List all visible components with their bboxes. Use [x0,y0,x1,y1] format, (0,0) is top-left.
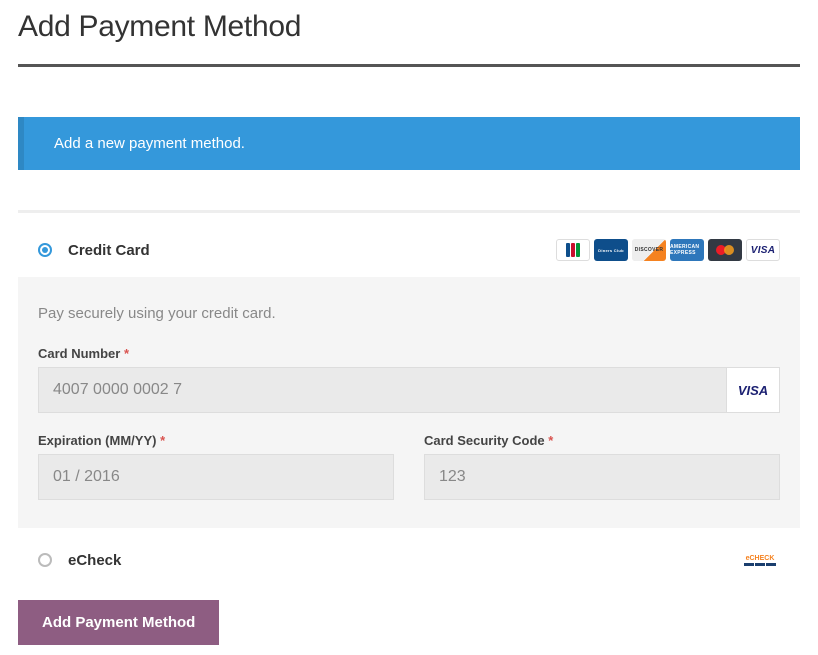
payment-option-credit-card[interactable]: Credit Card Diners Club DISCOVER AMERICA… [18,229,800,271]
detected-card-visa-icon: VISA [726,367,780,413]
accepted-cards: Diners Club DISCOVER AMERICAN EXPRESS VI… [556,239,780,261]
expiration-field: Expiration (MM/YY) * [38,433,394,500]
amex-icon: AMERICAN EXPRESS [670,239,704,261]
card-number-input[interactable] [38,367,726,413]
discover-icon: DISCOVER [632,239,666,261]
info-banner: Add a new payment method. [18,117,800,170]
add-payment-method-button[interactable]: Add Payment Method [18,600,219,645]
diners-icon: Diners Club [594,239,628,261]
visa-icon: VISA [746,239,780,261]
credit-card-label: Credit Card [68,242,150,259]
cvv-field: Card Security Code * [424,433,780,500]
echeck-label: eCheck [68,552,121,569]
radio-echeck[interactable] [38,553,52,567]
cvv-label: Card Security Code * [424,433,780,448]
expiration-input[interactable] [38,454,394,500]
credit-card-form-panel: Pay securely using your credit card. Car… [18,277,800,528]
page-title: Add Payment Method [18,10,800,44]
expiration-label: Expiration (MM/YY) * [38,433,394,448]
card-number-field: Card Number * VISA [38,346,780,413]
payment-option-echeck[interactable]: eCheck eCHECK [18,528,800,582]
cvv-input[interactable] [424,454,780,500]
section-divider [18,210,800,213]
title-divider [18,64,800,67]
jcb-icon [556,239,590,261]
radio-credit-card[interactable] [38,243,52,257]
mastercard-icon [708,239,742,261]
card-number-label: Card Number * [38,346,780,361]
echeck-icon: eCHECK [740,548,780,572]
form-instruction: Pay securely using your credit card. [38,305,780,322]
